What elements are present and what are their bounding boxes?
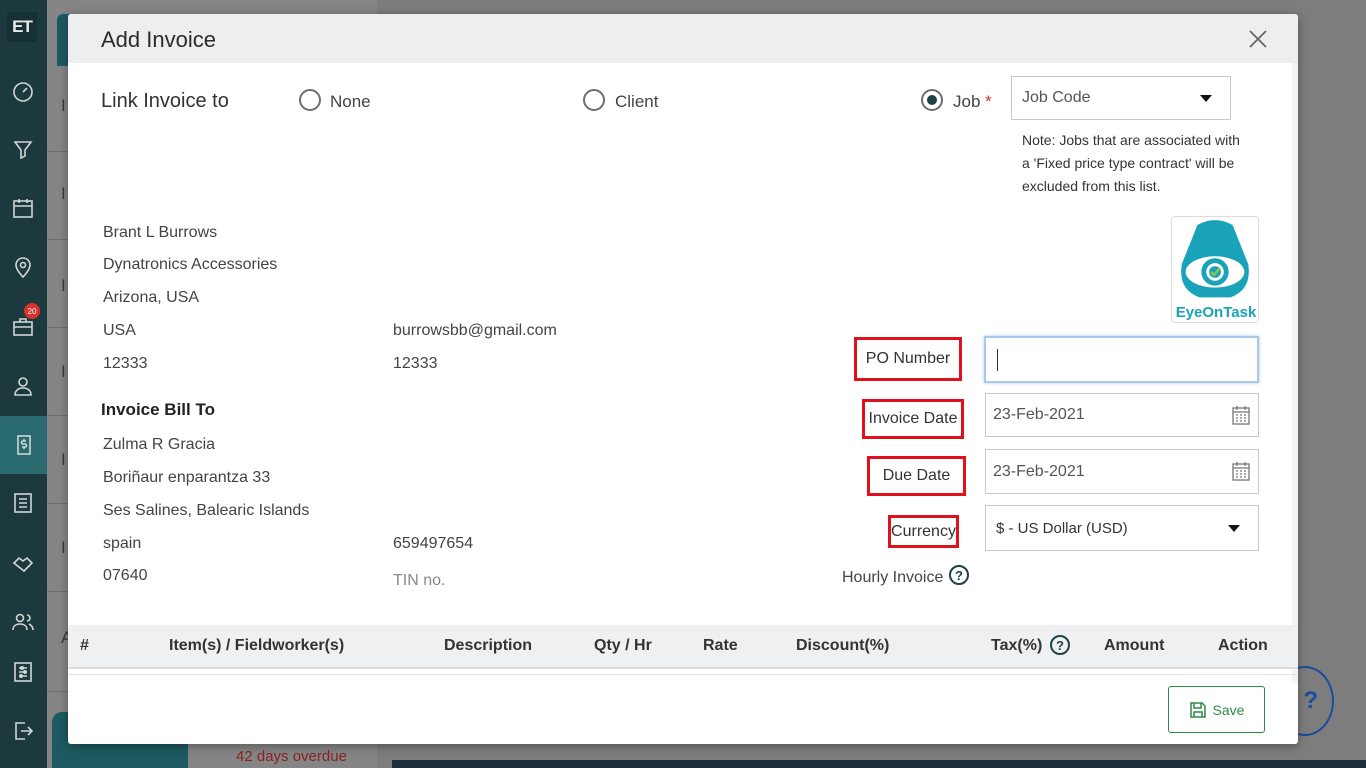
team-icon[interactable]: [10, 609, 36, 635]
job-code-select[interactable]: Job Code: [1011, 76, 1231, 120]
po-number-label: PO Number: [854, 337, 962, 381]
user-icon[interactable]: [10, 373, 36, 399]
col-action: Action: [1218, 637, 1268, 654]
calendar-icon[interactable]: [1232, 405, 1250, 425]
radio-client[interactable]: [583, 89, 605, 111]
radio-job-label[interactable]: Job *: [953, 92, 992, 112]
modal-title: Add Invoice: [101, 27, 216, 52]
col-rate: Rate: [703, 637, 738, 654]
footer-divider: [68, 674, 1298, 675]
logout-icon[interactable]: [10, 718, 36, 744]
col-number: #: [80, 637, 89, 654]
client-country: USA: [103, 322, 136, 339]
company-logo: EyeOnTask: [1171, 216, 1259, 323]
dashboard-icon[interactable]: [10, 78, 36, 104]
client-company: Dynatronics Accessories: [103, 256, 278, 273]
dollar-icon[interactable]: [0, 416, 47, 474]
client-name: Brant L Burrows: [103, 224, 218, 241]
radio-none-label[interactable]: None: [330, 92, 371, 112]
calendar-icon[interactable]: [10, 195, 36, 221]
job-code-placeholder: Job Code: [1022, 89, 1091, 106]
app-logo[interactable]: ET: [7, 12, 37, 42]
due-date-input[interactable]: 23-Feb-2021: [985, 449, 1259, 494]
client-zip: 12333: [103, 355, 148, 372]
company-logo-text: EyeOnTask: [1175, 304, 1257, 321]
tin-field[interactable]: TIN no.: [393, 572, 445, 590]
map-pin-icon[interactable]: [10, 255, 36, 281]
save-icon: [1189, 701, 1206, 718]
job-note: Note: Jobs that are associated with a 'F…: [1022, 132, 1240, 194]
overdue-status: 42 days overdue: [236, 748, 347, 765]
col-discount: Discount(%): [796, 637, 890, 654]
client-phone: 12333: [393, 355, 438, 372]
col-tax: Tax(%): [991, 637, 1043, 654]
bill-to-heading: Invoice Bill To: [101, 400, 215, 419]
radio-job[interactable]: [921, 89, 943, 111]
close-icon[interactable]: [1246, 27, 1270, 51]
link-invoice-label: Link Invoice to: [101, 90, 229, 112]
modal-scrollbar[interactable]: [1292, 63, 1298, 683]
hourly-invoice-label: Hourly Invoice: [842, 569, 944, 586]
bill-to-name: Zulma R Gracia: [103, 436, 216, 453]
currency-label: Currency: [888, 515, 959, 548]
currency-value: $ - US Dollar (USD): [996, 519, 1128, 537]
col-description: Description: [444, 637, 533, 654]
due-date-label: Due Date: [867, 456, 966, 496]
col-amount: Amount: [1104, 637, 1165, 654]
add-invoice-modal: Add Invoice Link Invoice to None Client …: [68, 14, 1298, 744]
bill-to-country: spain: [103, 535, 142, 552]
modal-header: Add Invoice: [68, 14, 1298, 63]
client-region: Arizona, USA: [103, 289, 200, 306]
question-icon[interactable]: ?: [1050, 635, 1070, 655]
calendar-icon[interactable]: [1232, 461, 1250, 481]
bill-to-zip: 07640: [103, 567, 148, 584]
col-items: Item(s) / Fieldworker(s): [169, 637, 345, 654]
sidebar: ET 20: [0, 0, 47, 768]
settings-sliders-icon[interactable]: [10, 659, 36, 685]
items-table-header: # Item(s) / Fieldworker(s) Description Q…: [68, 625, 1298, 669]
radio-none[interactable]: [299, 89, 321, 111]
notification-badge: 20: [24, 303, 40, 319]
chevron-down-icon: [1200, 95, 1212, 102]
handshake-icon[interactable]: [10, 550, 36, 576]
background-footer: [392, 760, 1366, 768]
client-email: burrowsbb@gmail.com: [393, 322, 557, 339]
invoice-date-input[interactable]: 23-Feb-2021: [985, 393, 1259, 437]
required-mark: *: [985, 92, 992, 111]
funnel-icon[interactable]: [10, 136, 36, 162]
question-icon[interactable]: ?: [949, 565, 969, 585]
bill-to-city: Ses Salines, Balearic Islands: [103, 502, 310, 519]
po-number-input[interactable]: [984, 336, 1259, 383]
currency-select[interactable]: $ - US Dollar (USD): [985, 505, 1259, 551]
invoice-date-label: Invoice Date: [862, 399, 964, 439]
list-icon[interactable]: [10, 490, 36, 516]
radio-client-label[interactable]: Client: [615, 92, 658, 112]
bill-to-street: Boriñaur enparantza 33: [103, 469, 271, 486]
save-button[interactable]: Save: [1168, 686, 1265, 733]
col-qty-hr: Qty / Hr: [594, 637, 652, 654]
bill-to-phone: 659497654: [393, 535, 474, 552]
chevron-down-icon: [1228, 525, 1240, 532]
save-label: Save: [1212, 701, 1245, 718]
